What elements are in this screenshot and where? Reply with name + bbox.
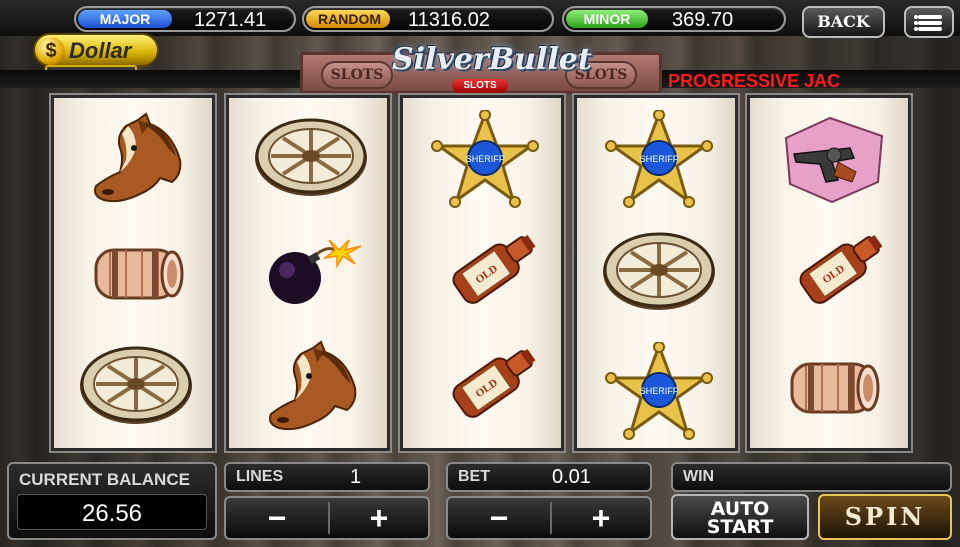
balance-panel: CURRENT BALANCE 26.56	[7, 462, 217, 540]
win-label: WIN	[683, 468, 715, 485]
jackpot-major-label: MAJOR	[78, 10, 172, 28]
bet-label: BET	[458, 468, 490, 485]
jackpot-minor-label: MINOR	[566, 10, 648, 28]
menu-button[interactable]	[904, 6, 954, 38]
lines-minus-button[interactable]: −	[226, 498, 328, 538]
bet-panel: BET 0.01	[446, 462, 652, 492]
lines-panel: LINES 1	[224, 462, 430, 492]
horse-icon	[76, 112, 196, 212]
auto-start-line2: START	[706, 516, 774, 538]
jackpot-major-value: 1271.41	[194, 9, 267, 31]
whiskey-bottle-icon	[425, 336, 545, 436]
horse-icon	[251, 340, 371, 440]
back-button[interactable]: BACK	[802, 6, 885, 38]
bet-stepper: − +	[446, 496, 652, 540]
balance-display: 26.56	[17, 494, 207, 530]
bet-value: 0.01	[552, 466, 591, 488]
jackpot-random: RANDOM 11316.02	[302, 6, 554, 32]
bet-plus-button[interactable]: +	[552, 498, 650, 538]
jackpot-random-label: RANDOM	[306, 10, 390, 28]
wagon-wheel-icon	[251, 108, 371, 208]
wagon-wheel-icon	[599, 222, 719, 322]
sheriff-star-icon	[599, 110, 719, 210]
reel-2	[226, 95, 390, 451]
reel-4	[574, 95, 738, 451]
sheriff-star-icon	[425, 110, 545, 210]
lines-plus-button[interactable]: +	[330, 498, 428, 538]
whiskey-bottle-icon	[425, 222, 545, 322]
barrel-icon	[772, 336, 892, 436]
jackpot-minor: MINOR 369.70	[562, 6, 786, 32]
barrel-icon	[76, 222, 196, 322]
win-panel: WIN	[671, 462, 952, 492]
reel-3	[400, 95, 564, 451]
jackpot-minor-value: 369.70	[672, 9, 734, 31]
progressive-ticker: PROGRESSIVE JAC	[668, 71, 841, 91]
bet-minus-button[interactable]: −	[448, 498, 550, 538]
whiskey-bottle-icon	[772, 222, 892, 322]
sheriff-star-icon	[599, 342, 719, 442]
balance-value: 26.56	[81, 500, 143, 527]
wagon-wheel-icon	[76, 336, 196, 436]
dollar-ball-badge: $ Dollar Ball	[33, 33, 159, 93]
logo-badge: SLOTS	[452, 79, 508, 93]
jackpot-major: MAJOR 1271.41	[74, 6, 296, 32]
lines-value: 1	[350, 466, 362, 488]
jackpot-random-value: 11316.02	[408, 9, 490, 31]
reel-1	[51, 95, 215, 451]
logo-slots-left: SLOTS	[321, 61, 393, 89]
spin-button[interactable]: SPIN	[818, 494, 952, 540]
revolver-icon	[772, 110, 892, 210]
balance-label: CURRENT BALANCE	[19, 470, 190, 489]
bomb-icon	[251, 220, 371, 320]
dollar-coin-icon: $	[37, 37, 65, 65]
lines-stepper: − +	[224, 496, 430, 540]
lines-label: LINES	[236, 468, 284, 485]
reel-5	[747, 95, 911, 451]
auto-start-button[interactable]: AUTO START	[671, 494, 809, 540]
